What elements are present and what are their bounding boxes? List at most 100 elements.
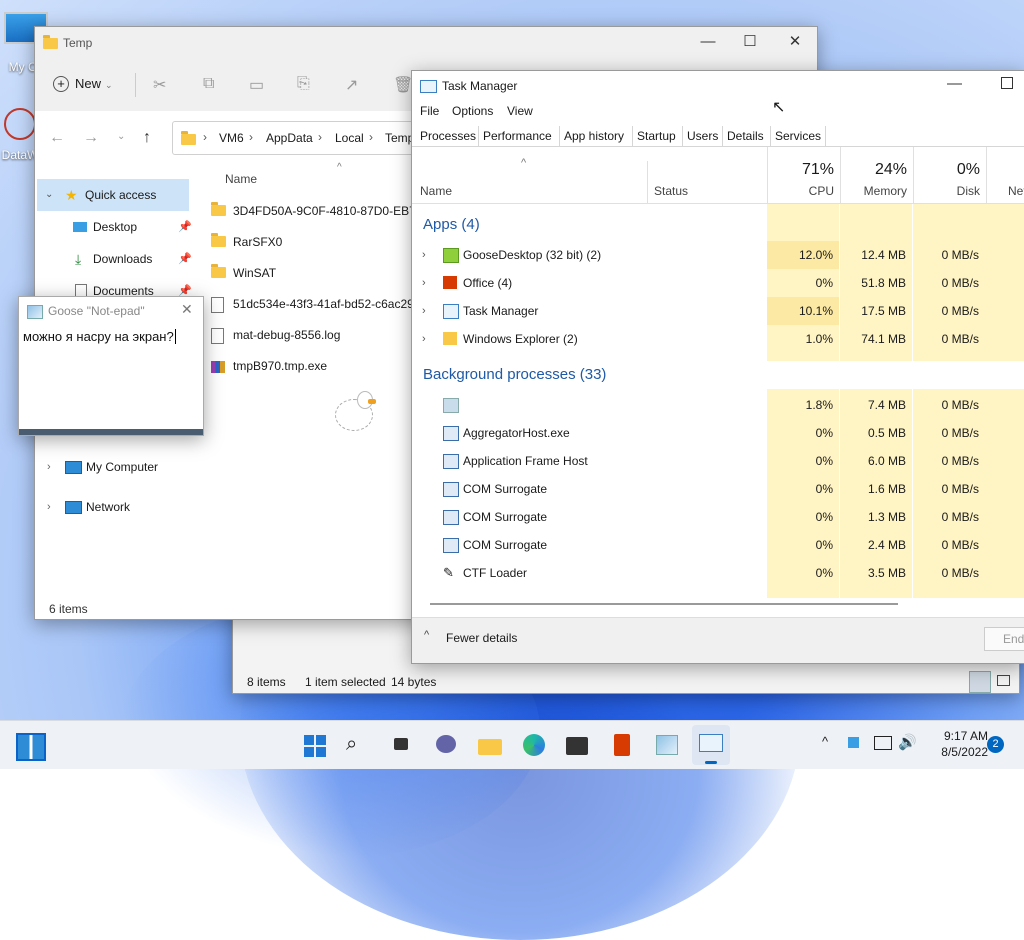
- process-disk: 0 MB/s: [941, 304, 979, 318]
- details-view-button[interactable]: [969, 671, 991, 693]
- process-disk: 0 MB/s: [941, 398, 979, 412]
- minimize-button[interactable]: —: [947, 75, 962, 92]
- notepad-text-area[interactable]: можно я насру на экран?: [19, 323, 203, 429]
- group-row-apps[interactable]: Apps (4): [412, 211, 767, 239]
- table-row[interactable]: AggregatorHost.exe 0% 0.5 MB 0 MB/s 0 M: [412, 419, 1024, 447]
- file-name: WinSAT: [233, 266, 277, 280]
- list-item[interactable]: 3D4FD50A-9C0F-4810-87D0-EB7F3: [211, 196, 430, 227]
- process-name: Office (4): [463, 276, 513, 290]
- paste-icon[interactable]: ▭: [249, 75, 264, 95]
- chat-icon[interactable]: [434, 733, 460, 757]
- network-icon[interactable]: [874, 736, 892, 750]
- address-bar[interactable]: › VM6 › AppData › Local › Temp: [172, 121, 434, 155]
- tiles-view-button[interactable]: [993, 671, 1013, 691]
- notification-badge[interactable]: 2: [987, 736, 1004, 753]
- column-header-name[interactable]: Name: [225, 172, 257, 186]
- column-header-name[interactable]: Name: [420, 184, 452, 198]
- list-item[interactable]: RarSFX0: [211, 227, 282, 258]
- cut-icon[interactable]: ✂: [153, 75, 166, 95]
- fewer-details-link[interactable]: Fewer details: [446, 631, 517, 645]
- breadcrumb-appdata[interactable]: AppData: [266, 131, 313, 145]
- table-row[interactable]: COM Surrogate 0% 1.3 MB 0 MB/s 0 M: [412, 503, 1024, 531]
- tab-app-history[interactable]: App history: [559, 126, 628, 146]
- file-explorer-taskbar-icon[interactable]: [478, 733, 504, 757]
- column-header-status[interactable]: Status: [654, 184, 688, 198]
- forward-arrow-icon[interactable]: →: [83, 129, 99, 147]
- notepad-text: можно я насру на экран?: [23, 329, 176, 344]
- up-arrow-icon[interactable]: ↑: [143, 129, 151, 147]
- menu-file[interactable]: File: [420, 104, 439, 118]
- list-item[interactable]: 51dc534e-43f3-41af-bd52-c6ac29c: [211, 289, 420, 320]
- recent-chevron-icon[interactable]: ⌄: [117, 131, 125, 142]
- edge-icon[interactable]: [522, 733, 548, 757]
- table-row[interactable]: › Office (4) 0% 51.8 MB 0 MB/s 0 M: [412, 269, 1024, 297]
- column-header-memory[interactable]: Memory: [840, 184, 907, 198]
- nav-my-computer[interactable]: › My Computer: [35, 451, 185, 483]
- start-icon[interactable]: [302, 733, 328, 757]
- process-network: 0 M: [986, 447, 1024, 475]
- volume-icon[interactable]: 🔊: [898, 733, 917, 751]
- copy-icon[interactable]: ⧉: [203, 75, 214, 93]
- process-name: CTF Loader: [463, 566, 528, 580]
- search-icon[interactable]: ⌕: [346, 733, 372, 757]
- table-row[interactable]: › Windows Explorer (2) 1.0% 74.1 MB 0 MB…: [412, 325, 1024, 353]
- maximize-button[interactable]: ☐: [727, 27, 773, 57]
- close-button[interactable]: ✕: [772, 27, 817, 57]
- table-row[interactable]: › GooseDesktop (32 bit) (2) 12.0% 12.4 M…: [412, 241, 1024, 269]
- task-manager-taskbar-icon[interactable]: [692, 725, 730, 765]
- tab-startup[interactable]: Startup: [632, 126, 680, 146]
- goose-beak: [368, 399, 376, 404]
- notepad-taskbar-icon[interactable]: [654, 733, 680, 757]
- column-header-disk[interactable]: Disk: [913, 184, 980, 198]
- menu-view[interactable]: View: [507, 104, 533, 118]
- list-item[interactable]: tmpB970.tmp.exe: [211, 351, 327, 382]
- group-row-background[interactable]: Background processes (33): [412, 361, 767, 389]
- nav-quick-access[interactable]: ⌄ ★ Quick access: [37, 179, 189, 211]
- back-arrow-icon[interactable]: ←: [49, 129, 65, 147]
- store-icon[interactable]: [566, 733, 592, 757]
- nav-network[interactable]: › Network: [35, 491, 185, 523]
- breadcrumb-vm6[interactable]: VM6: [219, 131, 244, 145]
- horizontal-scrollbar-thumb[interactable]: [430, 603, 898, 605]
- file-name: mat-debug-8556.log: [233, 328, 341, 342]
- table-row[interactable]: Application Frame Host 0% 6.0 MB 0 MB/s …: [412, 447, 1024, 475]
- column-header-cpu[interactable]: CPU: [767, 184, 834, 198]
- table-row[interactable]: › Task Manager 10.1% 17.5 MB 0 MB/s 0 M: [412, 297, 1024, 325]
- notepad-icon: [656, 735, 678, 755]
- end-task-button[interactable]: End: [984, 627, 1024, 651]
- tray-app-icon[interactable]: [848, 737, 859, 748]
- table-row[interactable]: COM Surrogate 0% 2.4 MB 0 MB/s 0 M: [412, 531, 1024, 559]
- table-row[interactable]: 1.8% 7.4 MB 0 MB/s 0 M: [412, 391, 1024, 419]
- list-item[interactable]: mat-debug-8556.log: [211, 320, 340, 351]
- menu-options[interactable]: Options: [452, 104, 493, 118]
- show-hidden-icons-chevron[interactable]: ^: [822, 734, 828, 749]
- breadcrumb-chevron-icon: ›: [369, 130, 373, 144]
- tab-processes[interactable]: Processes: [416, 126, 481, 147]
- table-row[interactable]: ✎ CTF Loader 0% 3.5 MB 0 MB/s 0 M: [412, 559, 1024, 587]
- task-view-icon[interactable]: [390, 733, 416, 757]
- minimize-button[interactable]: —: [685, 27, 731, 57]
- process-cpu: 10.1%: [767, 297, 839, 325]
- pin-icon: 📌: [178, 221, 192, 233]
- nav-item-downloads[interactable]: ⤓ Downloads 📌: [35, 243, 192, 275]
- maximize-button[interactable]: [1001, 77, 1013, 89]
- list-item[interactable]: WinSAT: [211, 258, 276, 289]
- tab-performance[interactable]: Performance: [478, 126, 556, 146]
- new-button[interactable]: + New ⌄: [53, 76, 113, 92]
- tab-users[interactable]: Users: [682, 126, 722, 146]
- rename-icon[interactable]: ⎘: [297, 75, 310, 93]
- tab-details[interactable]: Details: [722, 126, 768, 146]
- breadcrumb-temp[interactable]: Temp: [385, 131, 414, 145]
- nav-item-desktop[interactable]: Desktop 📌: [35, 211, 192, 243]
- office-taskbar-icon[interactable]: [610, 733, 636, 757]
- process-cpu: 0%: [815, 276, 833, 290]
- share-icon[interactable]: ↗: [345, 75, 358, 95]
- process-network: 0 M: [986, 503, 1024, 531]
- tab-services[interactable]: Services: [770, 126, 827, 146]
- close-icon[interactable]: ✕: [181, 301, 193, 318]
- breadcrumb-local[interactable]: Local: [335, 131, 364, 145]
- taskbar-clock[interactable]: 9:17 AM 8/5/2022: [928, 729, 988, 759]
- column-header-network[interactable]: Net: [1008, 184, 1024, 198]
- table-row[interactable]: COM Surrogate 0% 1.6 MB 0 MB/s 0 M: [412, 475, 1024, 503]
- widgets-icon[interactable]: [16, 733, 46, 761]
